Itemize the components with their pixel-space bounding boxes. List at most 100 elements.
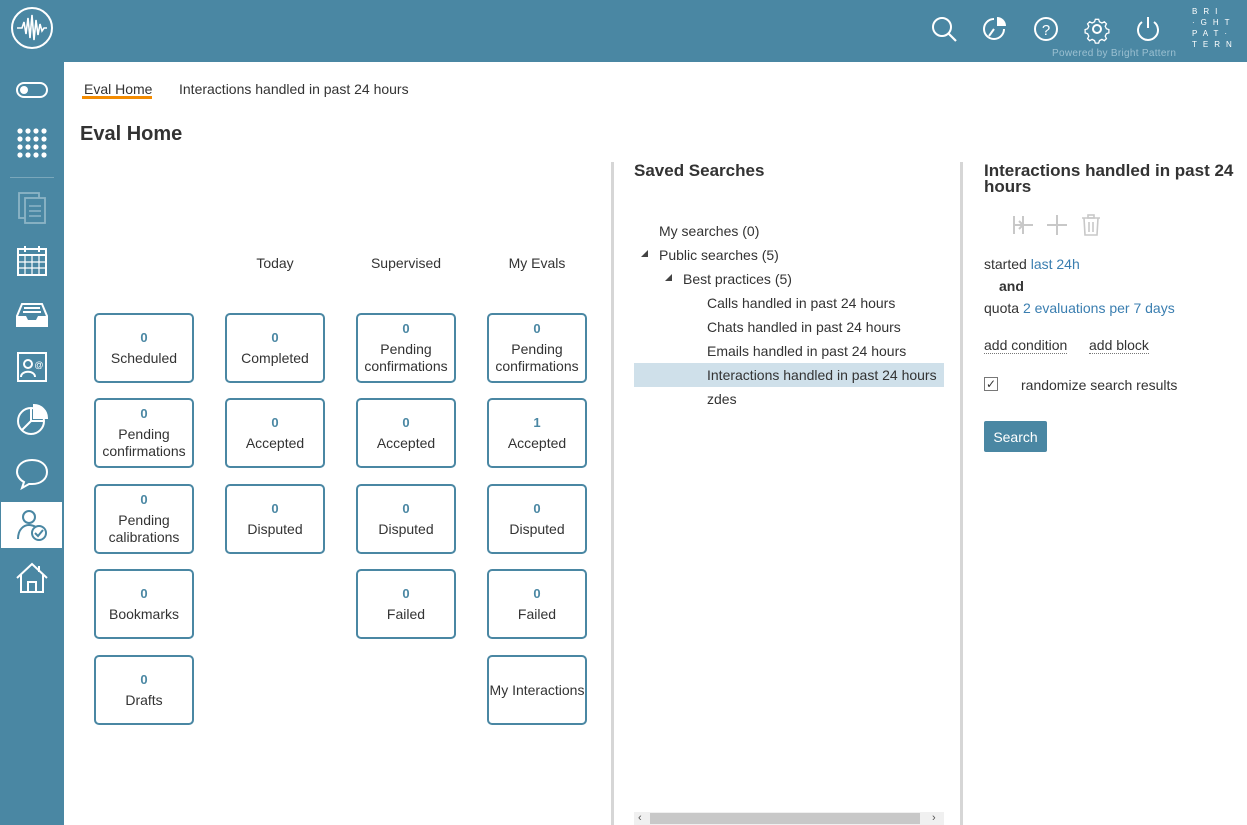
tile-supervised-accepted[interactable]: 0 Accepted <box>356 398 456 468</box>
brand-wordmark: BRI ·GHT PAT· TERN <box>1192 6 1242 50</box>
tree-my-searches[interactable]: My searches (0) <box>659 220 759 242</box>
add-block-link[interactable]: add block <box>1089 337 1149 354</box>
horizontal-scrollbar[interactable]: ‹ › <box>634 812 944 825</box>
tile-supervised-failed[interactable]: 0 Failed <box>356 569 456 639</box>
add-block-label[interactable]: add block <box>1089 337 1149 354</box>
expanded-triangle-icon[interactable] <box>665 274 672 281</box>
tile-label: Bookmarks <box>108 605 180 622</box>
tile-count: 1 <box>533 414 541 430</box>
tab-eval-home[interactable]: Eval Home <box>84 81 152 97</box>
started-value-link[interactable]: last 24h <box>1031 256 1080 272</box>
tile-count: 0 <box>402 321 410 336</box>
scrollbar-thumb[interactable] <box>650 813 920 824</box>
search-panel-title: Interactions handled in past 24 hours <box>984 161 1234 196</box>
tile-label: Pending confirmations <box>364 341 448 374</box>
column-header-today: Today <box>256 255 294 271</box>
trash-icon[interactable] <box>1079 213 1103 237</box>
tile-label: Pending confirmations <box>495 341 579 374</box>
tile-count: 0 <box>402 500 410 516</box>
search-button[interactable]: Search <box>984 421 1047 452</box>
dialpad-icon[interactable] <box>14 125 50 161</box>
randomize-label: randomize search results <box>1021 377 1178 393</box>
powered-by-text: Powered by Bright Pattern <box>1052 48 1177 59</box>
tile-my-interactions[interactable]: My Interactions <box>487 655 587 725</box>
toggle-icon[interactable] <box>14 72 50 108</box>
dashboard-icon[interactable] <box>980 14 1010 44</box>
panel-divider[interactable] <box>960 162 963 825</box>
tile-today-disputed[interactable]: 0 Disputed <box>225 484 325 554</box>
panel-divider[interactable] <box>611 162 614 825</box>
svg-text:@: @ <box>34 360 43 370</box>
inbox-icon[interactable] <box>14 296 50 332</box>
quality-management-icon[interactable] <box>14 507 50 543</box>
brand-line: BRI <box>1192 7 1224 16</box>
calendar-icon[interactable] <box>14 243 50 279</box>
tile-today-accepted[interactable]: 0 Accepted <box>225 398 325 468</box>
home-icon[interactable] <box>14 560 50 596</box>
column-header-my-evals: My Evals <box>508 255 566 271</box>
tile-count: 0 <box>533 500 541 516</box>
tile-my-evals-pending-confirmations[interactable]: 0 Pending confirmations <box>487 313 587 383</box>
quota-label: quota <box>984 300 1020 316</box>
documents-icon[interactable] <box>14 189 50 225</box>
svg-text:?: ? <box>1042 22 1050 39</box>
waveform-logo-icon[interactable] <box>11 7 53 49</box>
tile-my-evals-disputed[interactable]: 0 Disputed <box>487 484 587 554</box>
help-icon[interactable]: ? <box>1031 14 1061 44</box>
tree-item-chats[interactable]: Chats handled in past 24 hours <box>707 316 901 338</box>
tree-best-practices[interactable]: Best practices (5) <box>683 268 792 290</box>
tile-supervised-pending-confirmations[interactable]: 0 Pending confirmations <box>356 313 456 383</box>
tile-bookmarks[interactable]: 0 Bookmarks <box>94 569 194 639</box>
tile-drafts[interactable]: 0 Drafts <box>94 655 194 725</box>
reports-icon[interactable] <box>14 402 50 438</box>
page-title: Eval Home <box>80 123 183 145</box>
tile-my-evals-accepted[interactable]: 1 Accepted <box>487 398 587 468</box>
tile-scheduled[interactable]: 0 Scheduled <box>94 313 194 383</box>
tree-public-searches[interactable]: Public searches (5) <box>659 244 779 266</box>
tile-label: Drafts <box>125 691 163 708</box>
tree-item-calls[interactable]: Calls handled in past 24 hours <box>707 292 895 314</box>
brand-line: TERN <box>1192 40 1238 49</box>
add-condition-label[interactable]: add condition <box>984 337 1068 354</box>
tile-pending-confirmations[interactable]: 0 Pending confirmations <box>94 398 194 468</box>
randomize-checkbox[interactable]: ✓ <box>984 377 998 391</box>
tile-label: Accepted <box>376 434 436 451</box>
tile-today-completed[interactable]: 0 Completed <box>225 313 325 383</box>
insert-condition-icon[interactable] <box>1011 213 1035 237</box>
tile-my-evals-failed[interactable]: 0 Failed <box>487 569 587 639</box>
scroll-right-arrow-icon[interactable]: › <box>932 812 936 825</box>
tile-count: 0 <box>271 500 279 516</box>
search-icon[interactable] <box>929 14 959 44</box>
tab-bar: Eval Home Interactions handled in past 2… <box>64 62 1247 112</box>
chat-icon[interactable] <box>14 455 50 491</box>
tree-item-interactions[interactable]: Interactions handled in past 24 hours <box>707 364 937 386</box>
power-icon[interactable] <box>1133 14 1163 44</box>
settings-icon[interactable] <box>1082 14 1112 44</box>
tile-label: Failed <box>517 605 557 622</box>
contacts-icon[interactable]: @ <box>14 349 50 385</box>
tile-supervised-disputed[interactable]: 0 Disputed <box>356 484 456 554</box>
tile-count: 0 <box>271 414 279 430</box>
tile-label: Disputed <box>247 520 303 537</box>
tile-count: 0 <box>140 671 148 687</box>
condition-started: started last 24h <box>984 256 1080 272</box>
tile-count: 0 <box>533 321 541 336</box>
quota-value-link[interactable]: 2 evaluations per 7 days <box>1023 300 1175 316</box>
add-icon[interactable] <box>1045 213 1069 237</box>
tile-label: Scheduled <box>110 349 178 366</box>
and-operator: and <box>999 278 1024 294</box>
tile-label: Accepted <box>245 434 305 451</box>
expanded-triangle-icon[interactable] <box>641 250 648 257</box>
tree-item-emails[interactable]: Emails handled in past 24 hours <box>707 340 906 362</box>
tile-label: My Interactions <box>489 681 585 698</box>
tile-pending-calibrations[interactable]: 0 Pending calibrations <box>94 484 194 554</box>
add-condition-link[interactable]: add condition <box>984 337 1068 354</box>
tile-label: Accepted <box>507 434 567 451</box>
top-bar: ? BRI ·GHT PAT· TERN Powered by Bright P… <box>0 0 1247 62</box>
scroll-left-arrow-icon[interactable]: ‹ <box>638 812 642 825</box>
tab-interactions-24h[interactable]: Interactions handled in past 24 hours <box>179 81 409 97</box>
tree-item-zdes[interactable]: zdes <box>707 388 737 410</box>
tile-count: 0 <box>140 329 148 345</box>
tile-count: 0 <box>140 585 148 601</box>
started-label: started <box>984 256 1027 272</box>
